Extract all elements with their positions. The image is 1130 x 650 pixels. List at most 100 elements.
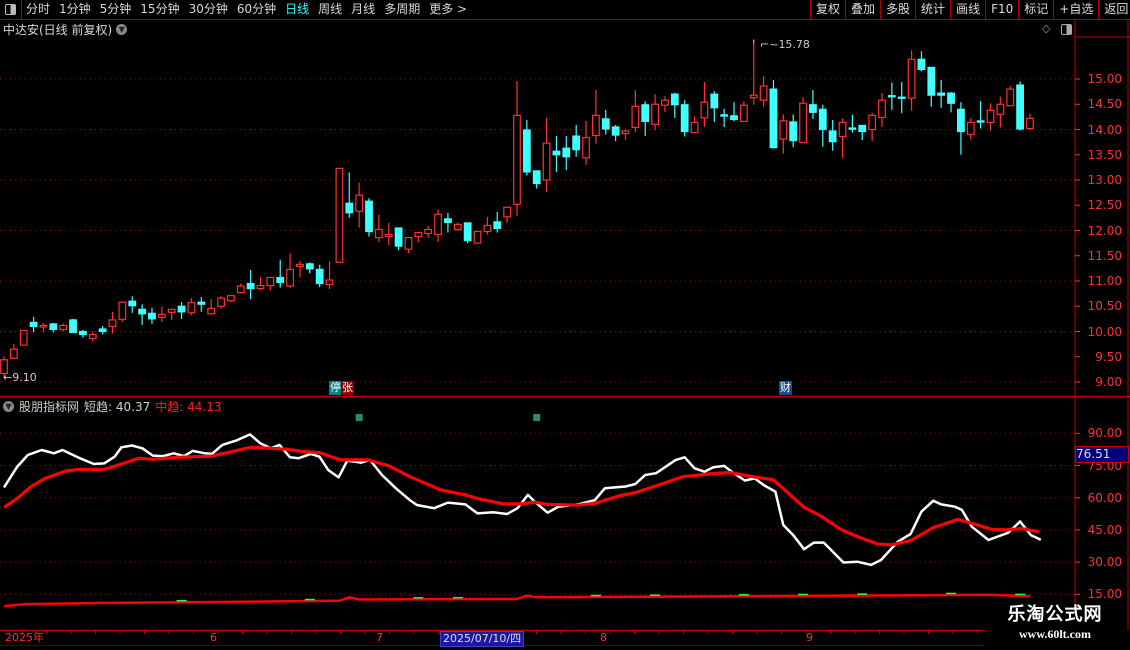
candle-up: [542, 142, 551, 181]
candle-down: [572, 135, 581, 151]
candle-up: [621, 130, 630, 135]
short-trend-label: 短趋:: [84, 400, 113, 414]
candle-up: [513, 114, 521, 205]
mid-trend-line: [3, 445, 1040, 547]
candle-up: [996, 103, 1005, 115]
candle-down: [522, 129, 531, 173]
candle-down: [927, 66, 936, 96]
indicator-tick-label: 15.00: [1087, 587, 1122, 602]
candle-up: [374, 228, 383, 239]
price-tick-label: 11.00: [1087, 274, 1122, 288]
date-label-month: 9: [806, 631, 813, 644]
candle-down: [444, 218, 452, 224]
indicator-tick-label: 30.00: [1087, 555, 1122, 570]
candle-down: [246, 282, 255, 290]
candle-down: [828, 130, 837, 143]
candle-down: [197, 301, 206, 305]
price-tick-label: 9.50: [1095, 349, 1122, 364]
candle-down: [720, 114, 729, 117]
price-tick-label: 14.00: [1087, 122, 1122, 137]
candle-up: [108, 319, 117, 328]
candle-down: [818, 108, 827, 131]
candle-up: [1026, 117, 1034, 130]
kline-chart[interactable]: [0, 0, 1130, 650]
indicator-tick-label: 45.00: [1087, 522, 1122, 537]
candle-up: [779, 120, 788, 140]
candle-down: [789, 121, 798, 142]
price-tick-label: 10.50: [1087, 299, 1122, 314]
watermark-url: www.60lt.com: [1019, 627, 1091, 641]
candle-up: [503, 206, 512, 218]
indicator-header: ▼ 股朋指标网 短趋: 40.37 中趋: 44.13: [3, 398, 221, 415]
candle-up: [690, 121, 699, 134]
candle-up: [325, 279, 334, 286]
candle-down: [365, 200, 373, 233]
candle-up: [88, 333, 97, 340]
candle-down: [276, 276, 285, 284]
candle-up: [473, 230, 482, 244]
signal-marker: [355, 414, 363, 421]
candle-down: [463, 222, 472, 242]
candle-down: [49, 323, 58, 331]
candle-down: [305, 263, 314, 270]
finance-tag[interactable]: 财: [779, 381, 792, 395]
candle-up: [226, 295, 235, 302]
price-tick-label: 11.50: [1087, 248, 1122, 263]
date-label-month: 6: [210, 631, 217, 644]
rise-tag[interactable]: 张: [341, 381, 354, 395]
candle-down: [957, 108, 965, 133]
candle-up: [868, 114, 877, 131]
candle-down: [1016, 84, 1024, 130]
candle-down: [69, 319, 77, 334]
candle-down: [769, 88, 778, 149]
candle-up: [19, 329, 28, 346]
price-tick-label: 13.50: [1087, 147, 1122, 162]
date-label-month: 8: [600, 631, 607, 644]
candle-up: [631, 105, 640, 129]
candle-up: [424, 228, 433, 235]
candle-down: [641, 104, 650, 123]
candle-up: [966, 121, 975, 136]
price-tick-label: 9.00: [1095, 375, 1122, 389]
mid-trend-value: 44.13: [187, 400, 222, 414]
candle-down: [917, 58, 926, 71]
candle-down: [138, 308, 147, 315]
cursor-date-label: 2025/07/10/四: [440, 631, 525, 647]
chevron-down-icon[interactable]: ▼: [3, 401, 14, 412]
candle-up: [759, 85, 768, 101]
price-tick-label: 12.50: [1087, 198, 1122, 213]
candle-up: [167, 308, 176, 313]
cursor-value-box: 76.51: [1075, 446, 1129, 463]
low-price-value: 9.10: [12, 371, 37, 384]
candle-down: [680, 104, 689, 133]
candle-up: [661, 99, 669, 106]
price-tick-label: 12.00: [1087, 223, 1122, 238]
candle-down: [601, 118, 610, 130]
candle-down: [897, 96, 906, 99]
candle-down: [315, 268, 324, 285]
price-tick-label: 13.00: [1087, 173, 1122, 187]
candle-up: [404, 236, 413, 250]
short-trend-value: 40.37: [115, 400, 151, 414]
indicator-name[interactable]: 股朋指标网: [19, 398, 79, 415]
candle-down: [611, 126, 620, 136]
candle-down: [848, 127, 857, 130]
candle-down: [394, 227, 403, 247]
candle-up: [799, 102, 807, 144]
signal-marker: [533, 414, 541, 421]
candle-down: [976, 120, 985, 123]
candle-down: [177, 305, 186, 313]
candle-up: [286, 268, 294, 287]
high-price-value: 15.78: [778, 38, 810, 51]
candle-up: [157, 313, 166, 318]
candle-up: [986, 109, 995, 124]
candle-up: [118, 301, 127, 320]
high-price-marker: ⌐~15.78: [760, 38, 810, 51]
candle-down: [98, 328, 107, 333]
base-line: [3, 593, 1031, 608]
candle-down: [710, 93, 719, 109]
candle-up: [434, 213, 442, 236]
candle-up: [739, 104, 748, 123]
candle-down: [809, 104, 817, 113]
candle-up: [582, 136, 590, 159]
